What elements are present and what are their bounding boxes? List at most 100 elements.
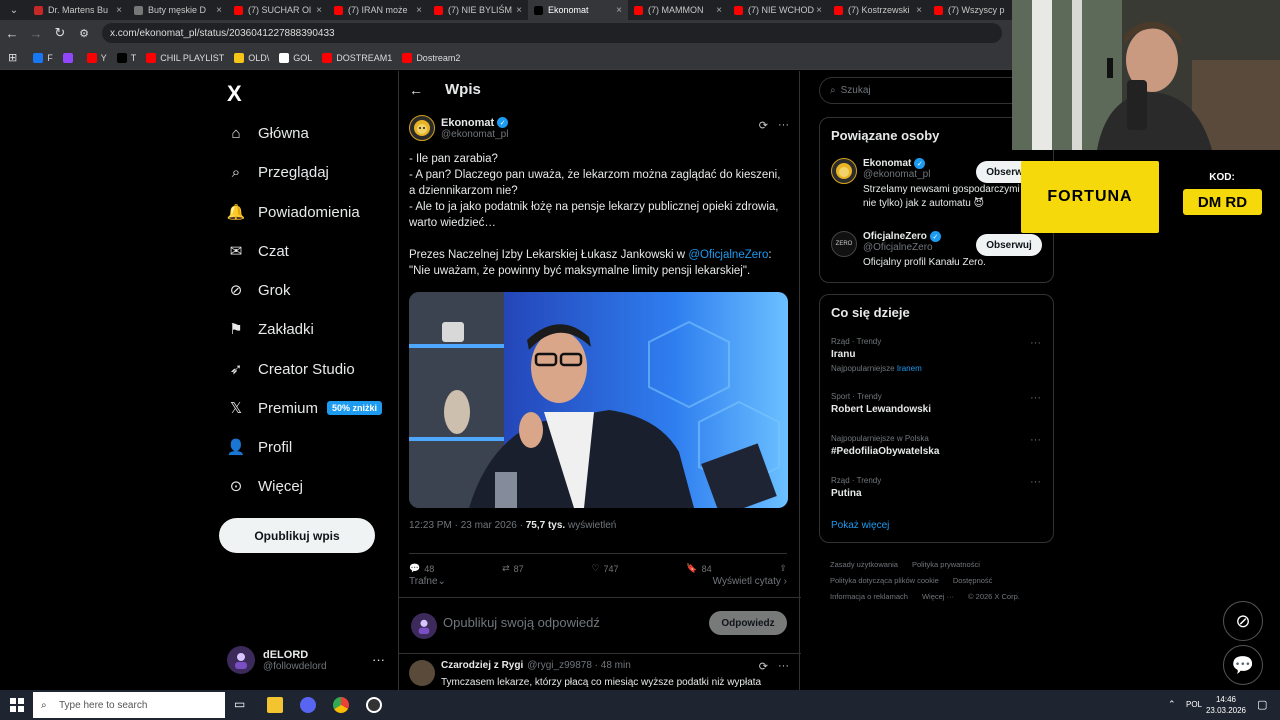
file-explorer-icon[interactable] (267, 697, 283, 713)
trend-item[interactable]: Sport · Trendy Robert Lewandowski ··· (831, 392, 1041, 415)
bookmark-item[interactable]: DOSTREAM1 (322, 52, 392, 63)
footer-link[interactable]: Dostępność (953, 576, 993, 585)
back-nav-icon[interactable]: ← (0, 26, 24, 41)
trend-more-icon[interactable]: ··· (1030, 337, 1041, 349)
nav-item-czat[interactable]: ✉ Czat (227, 239, 289, 263)
reply-time[interactable]: · 48 min (595, 660, 631, 671)
x-logo-icon[interactable]: X (227, 81, 242, 107)
footer-link[interactable]: Polityka dotycząca plików cookie (830, 576, 939, 585)
tab-close-icon[interactable]: × (516, 5, 522, 16)
discord-icon[interactable] (300, 697, 316, 713)
tab-close-icon[interactable]: × (216, 5, 222, 16)
reload-icon[interactable]: ↻ (48, 25, 72, 41)
tab-close-icon[interactable]: × (916, 5, 922, 16)
trend-more-icon[interactable]: ··· (1030, 392, 1041, 404)
browser-tab[interactable]: (7) Kostrzewski × (828, 0, 928, 20)
chrome-icon[interactable] (333, 697, 349, 713)
obs-icon[interactable] (366, 697, 382, 713)
footer-link[interactable]: Informacja o reklamach (830, 592, 908, 601)
nav-item-główna[interactable]: ⌂ Główna (227, 121, 308, 145)
bookmark-item[interactable]: GOL (279, 52, 312, 63)
author-name-row[interactable]: Ekonomat ✓ (441, 117, 509, 129)
bookmark-item[interactable]: CHIL PLAYLIST (146, 52, 224, 63)
author-avatar[interactable] (409, 115, 435, 141)
reply-button[interactable]: 💬 48 (409, 563, 434, 574)
nav-item-przeglądaj[interactable]: ⌕ Przeglądaj (227, 160, 329, 184)
notification-icon[interactable]: ▢ (1257, 698, 1267, 711)
browser-tab[interactable]: Ekonomat × (528, 0, 628, 20)
nav-item-premium[interactable]: 𝕏 Premium 50% zniżki (227, 396, 383, 420)
more-options-icon[interactable]: ··· (778, 119, 789, 132)
trend-more-icon[interactable]: ··· (1030, 434, 1041, 446)
tab-close-icon[interactable]: × (416, 5, 422, 16)
browser-tab[interactable]: (7) SUCHAR Ol × (228, 0, 328, 20)
reply-author-avatar[interactable] (409, 660, 435, 686)
tab-close-icon[interactable]: × (616, 5, 622, 16)
nav-item-więcej[interactable]: ⊙ Więcej (227, 474, 303, 498)
nav-item-creator-studio[interactable]: ➶ Creator Studio (227, 357, 355, 381)
apps-grid-icon[interactable]: ⊞ (8, 51, 17, 64)
reply-author-name[interactable]: Czarodziej z Rygi (441, 660, 523, 671)
browser-tab[interactable]: Dr. Martens Bu × (28, 0, 128, 20)
account-more-icon[interactable]: ··· (372, 652, 385, 667)
post-button[interactable]: Opublikuj wpis (219, 518, 375, 553)
language-indicator[interactable]: POL (1186, 700, 1202, 709)
nav-item-zakładki[interactable]: ⚑ Zakładki (227, 317, 314, 341)
reply-tweet[interactable]: Czarodziej z Rygi @rygi_z99878 · 48 min … (409, 660, 789, 688)
nav-item-powiadomienia[interactable]: 🔔 Powiadomienia (227, 200, 360, 224)
back-arrow-icon[interactable]: ← (409, 82, 423, 98)
nav-item-grok[interactable]: ⊘ Grok (227, 278, 291, 302)
tab-close-icon[interactable]: × (316, 5, 322, 16)
mention-link[interactable]: @OficjalneZero (688, 249, 768, 261)
browser-tab[interactable]: (7) NIE WCHOD × (728, 0, 828, 20)
trend-item[interactable]: Rząd · Trendy Putina ··· (831, 476, 1041, 499)
site-info-icon[interactable]: ⚙ (72, 27, 96, 40)
bookmark-item[interactable]: T (116, 52, 136, 63)
tab-close-icon[interactable]: × (116, 5, 122, 16)
footer-link[interactable]: Więcej ··· (922, 592, 954, 601)
browser-tab[interactable]: (7) NIE BYLIŚM × (428, 0, 528, 20)
grok-explain-icon[interactable]: ⟳ (759, 660, 768, 673)
trend-more-icon[interactable]: ··· (1030, 476, 1041, 488)
trend-item[interactable]: Rząd · Trendy Iranu Najpopularniejsze Ir… (831, 337, 1041, 373)
bookmark-button[interactable]: 🔖 84 (686, 563, 711, 574)
reply-input[interactable]: Opublikuj swoją odpowiedź (443, 615, 600, 630)
nav-item-profil[interactable]: 👤 Profil (227, 435, 293, 459)
forward-nav-icon[interactable]: → (24, 26, 48, 41)
reply-submit-button[interactable]: Odpowiedz (709, 611, 787, 635)
tweet-time[interactable]: 12:23 PM · 23 mar 2026 · (409, 520, 526, 531)
taskbar-search-input[interactable]: ⌕ Type here to search (33, 692, 225, 718)
show-more-link[interactable]: Pokaż więcej (831, 520, 889, 531)
browser-tab[interactable]: Buty męskie D × (128, 0, 228, 20)
grok-explain-icon[interactable]: ⟳ (759, 119, 768, 132)
url-input[interactable]: x.com/ekonomat_pl/status/203604122788839… (102, 23, 1002, 43)
chat-fab-button[interactable]: 💬 (1223, 645, 1263, 685)
sort-dropdown[interactable]: Trafne⌄ (409, 576, 446, 587)
view-quotes-link[interactable]: Wyświetl cytaty › (713, 576, 787, 587)
more-options-icon[interactable]: ··· (778, 660, 789, 673)
account-switcher[interactable]: dELORD @followdelord ··· (227, 646, 385, 674)
repost-button[interactable]: ⇄ 87 (502, 563, 524, 574)
task-view-icon[interactable]: ▭ (234, 697, 245, 711)
windows-start-icon[interactable] (10, 698, 24, 712)
bookmark-item[interactable]: F (33, 52, 53, 63)
bookmark-item[interactable] (62, 52, 77, 63)
tab-close-icon[interactable]: × (816, 5, 822, 16)
footer-link[interactable]: Polityka prywatności (912, 560, 980, 569)
tab-search-icon[interactable]: ⌄ (0, 0, 28, 20)
browser-tab[interactable]: (7) IRAN może × (328, 0, 428, 20)
like-button[interactable]: ♡ 747 (591, 563, 618, 574)
bookmark-item[interactable]: Y (86, 52, 107, 63)
tray-chevron-icon[interactable]: ⌃ (1168, 699, 1176, 710)
tab-close-icon[interactable]: × (716, 5, 722, 16)
footer-link[interactable]: Zasady użytkowania (830, 560, 898, 569)
share-button[interactable]: ⇪ (779, 563, 787, 574)
trend-sub-link[interactable]: Iranem (897, 364, 922, 373)
trend-item[interactable]: Najpopularniejsze w Polska #PedofiliaOby… (831, 434, 1041, 457)
bookmark-item[interactable]: Dostream2 (402, 52, 460, 63)
browser-tab[interactable]: (7) MAMMON × (628, 0, 728, 20)
clock[interactable]: 14:46 23.03.2026 (1206, 694, 1246, 716)
grok-fab-button[interactable]: ⊘ (1223, 601, 1263, 641)
follow-button[interactable]: Obserwuj (976, 234, 1042, 256)
tweet-video[interactable] (409, 292, 788, 508)
